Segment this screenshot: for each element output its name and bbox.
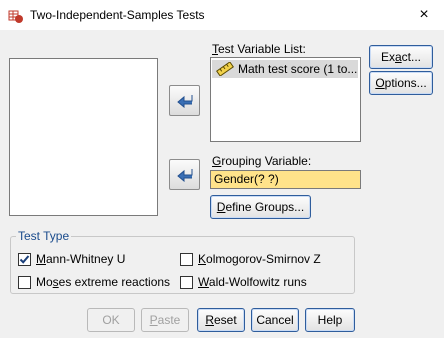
exact-button[interactable]: Exact... <box>369 45 433 69</box>
cancel-button[interactable]: Cancel <box>251 308 299 332</box>
kolmogorov-smirnov-option[interactable]: Kolmogorov-Smirnov Z <box>180 252 321 266</box>
close-icon[interactable]: × <box>414 5 434 25</box>
kolmogorov-smirnov-label: Kolmogorov-Smirnov Z <box>198 252 321 266</box>
window-title: Two-Independent-Samples Tests <box>30 8 205 22</box>
options-button[interactable]: Options... <box>369 71 433 95</box>
kolmogorov-smirnov-checkbox[interactable] <box>180 252 193 266</box>
help-button[interactable]: Help <box>305 308 355 332</box>
grouping-variable-label: Grouping Variable: <box>212 154 312 168</box>
wald-wolfowitz-label: Wald-Wolfowitz runs <box>198 275 307 289</box>
define-groups-button[interactable]: Define Groups... <box>210 195 311 219</box>
source-variable-list[interactable] <box>9 58 158 216</box>
grouping-variable-field[interactable]: Gender(? ?) <box>210 170 361 189</box>
arrow-left-icon <box>176 94 192 108</box>
ok-button[interactable]: OK <box>87 308 135 332</box>
reset-button[interactable]: Reset <box>197 308 245 332</box>
moses-extreme-option[interactable]: Moses extreme reactions <box>18 275 170 289</box>
ruler-icon <box>216 62 234 76</box>
test-variable-item-label: Math test score (1 to... <box>238 62 358 76</box>
test-type-legend: Test Type <box>16 229 72 243</box>
spss-app-icon <box>8 8 24 24</box>
mann-whitney-label: Mann-Whitney U <box>36 252 126 266</box>
test-variable-item[interactable]: Math test score (1 to... <box>212 60 358 78</box>
wald-wolfowitz-checkbox[interactable] <box>180 275 193 289</box>
paste-button[interactable]: Paste <box>141 308 189 332</box>
test-variable-list-label: Test Variable List: <box>212 42 306 56</box>
moses-extreme-label: Moses extreme reactions <box>36 275 171 289</box>
arrow-left-icon <box>176 168 192 182</box>
mann-whitney-option[interactable]: Mann-Whitney U <box>18 252 125 266</box>
moses-extreme-checkbox[interactable] <box>18 275 31 289</box>
move-to-test-list-button[interactable] <box>169 85 200 116</box>
mann-whitney-checkbox[interactable] <box>18 252 31 266</box>
move-to-grouping-button[interactable] <box>169 159 200 190</box>
wald-wolfowitz-option[interactable]: Wald-Wolfowitz runs <box>180 275 307 289</box>
checkmark-icon <box>19 254 30 264</box>
